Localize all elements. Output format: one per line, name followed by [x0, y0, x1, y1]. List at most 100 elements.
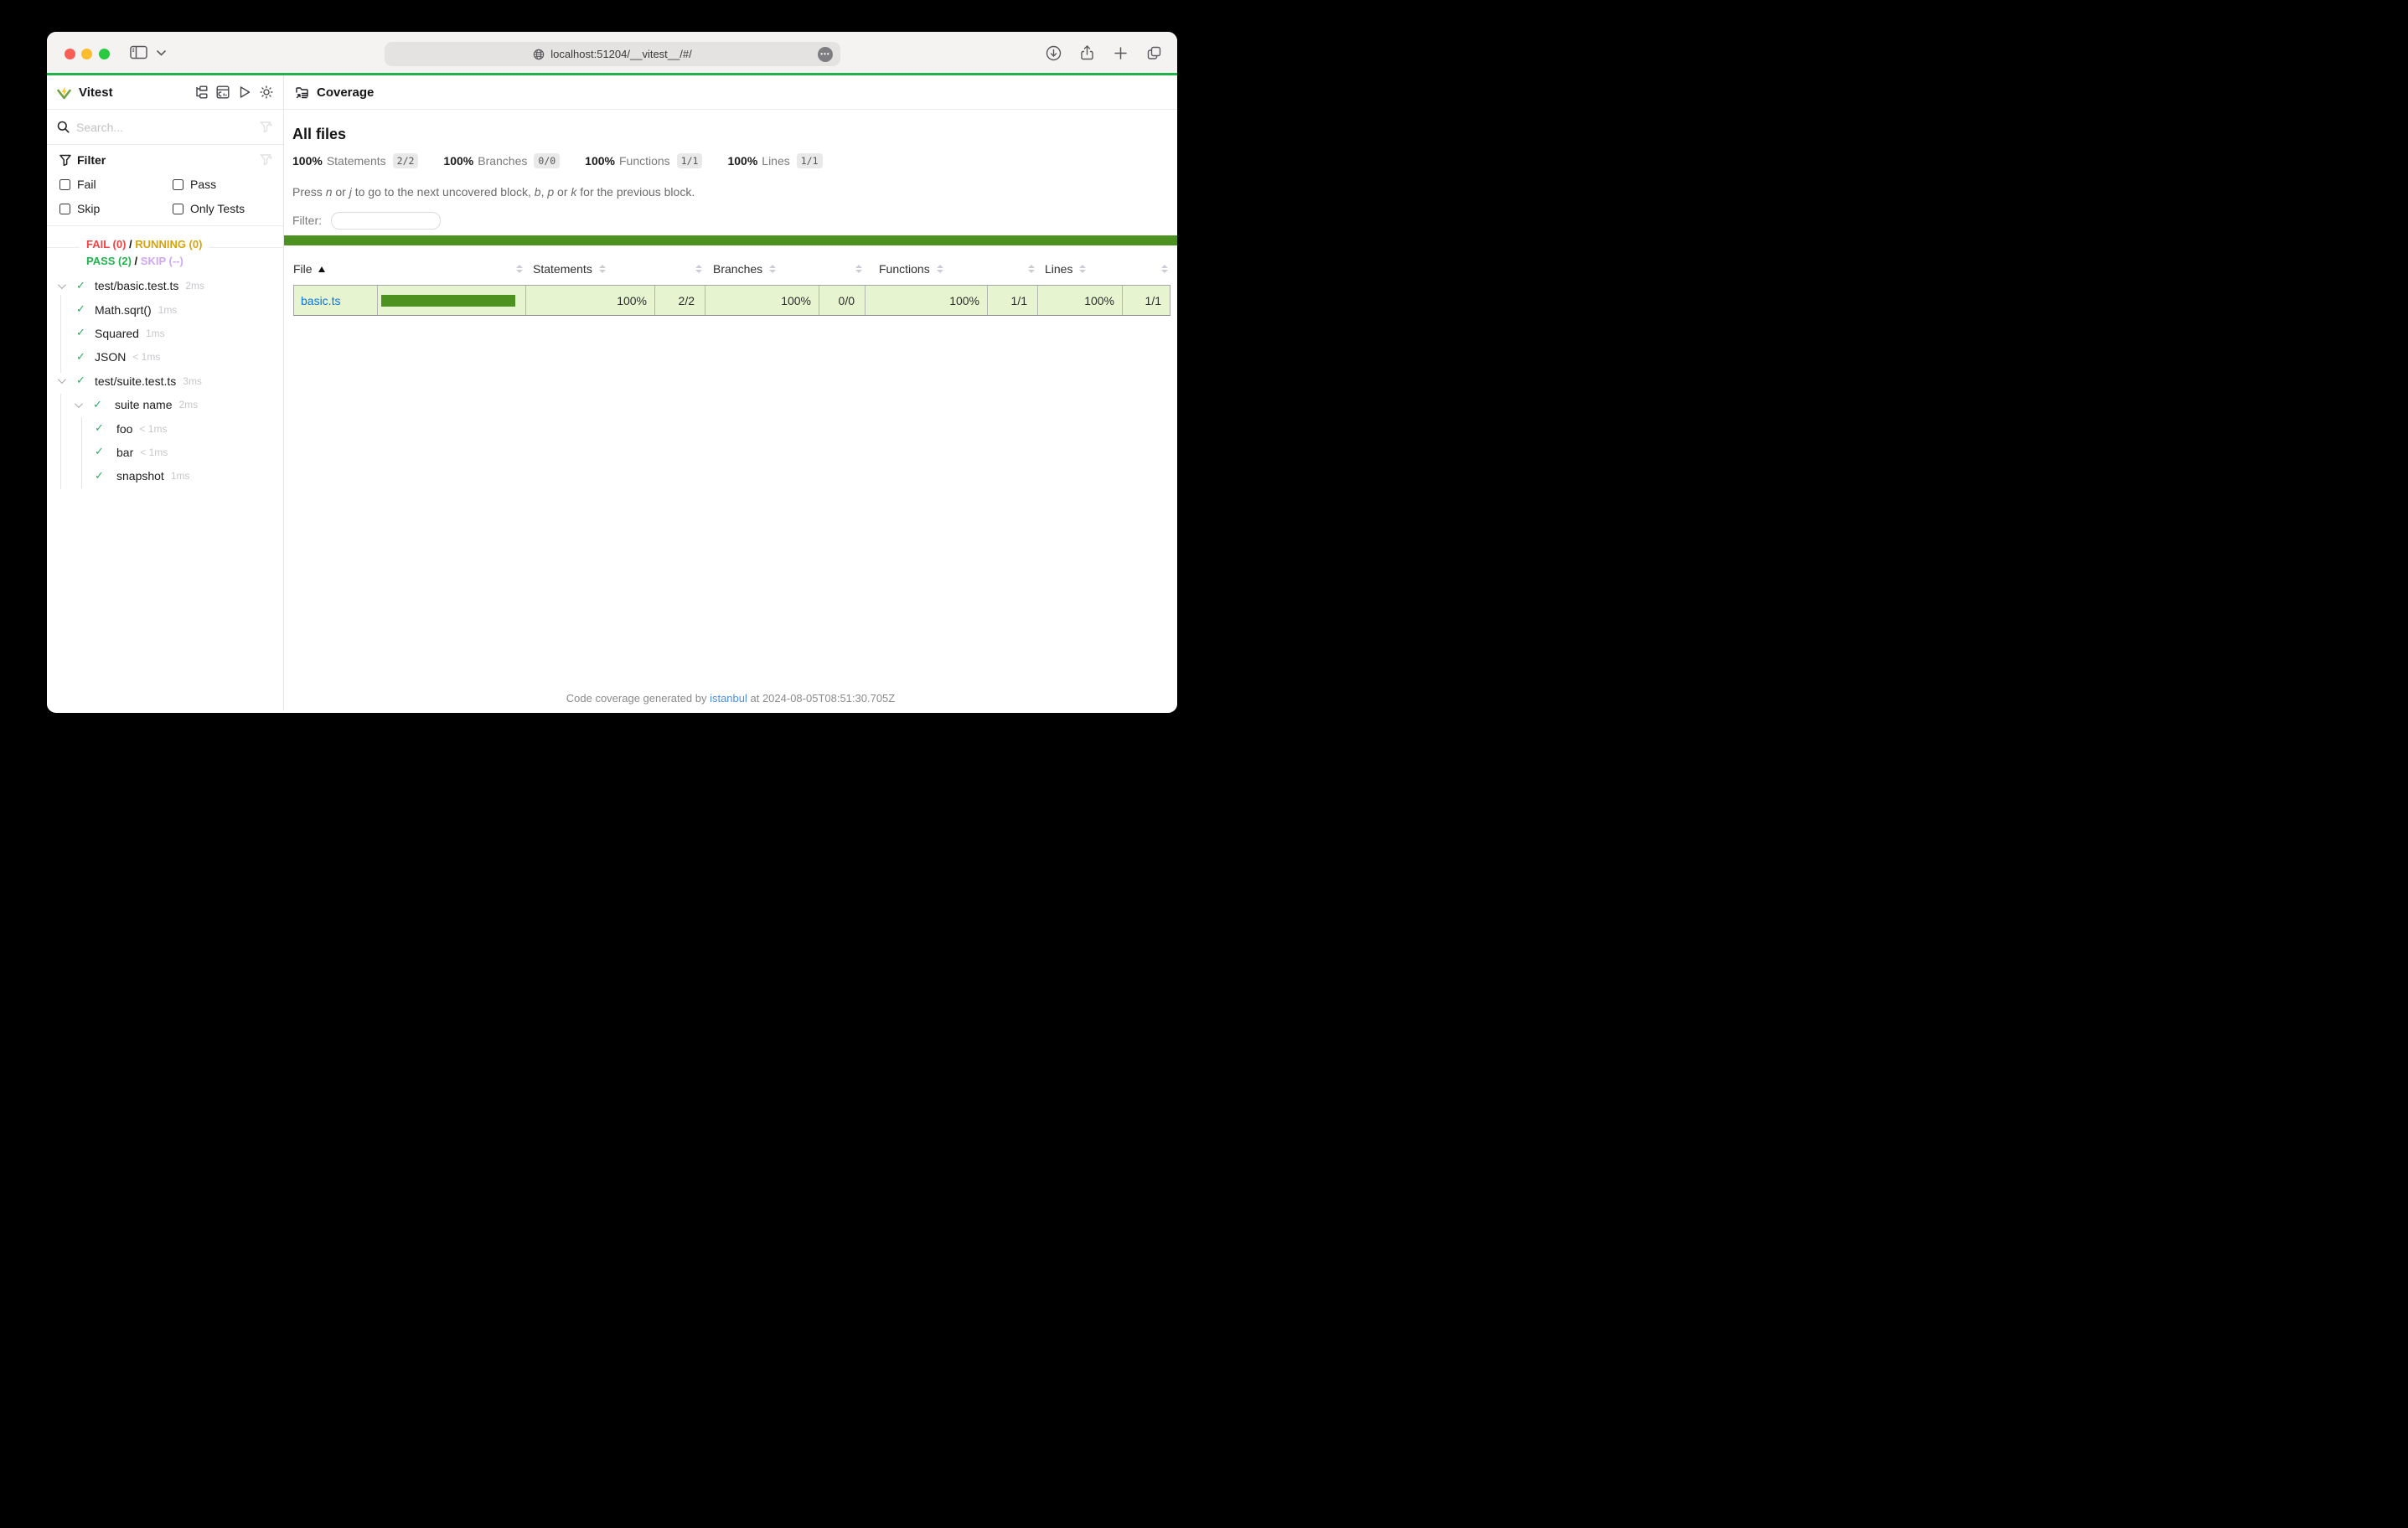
column-sorter[interactable] [1122, 265, 1170, 273]
clear-search-icon[interactable] [260, 121, 273, 134]
sorter-icon [1161, 265, 1168, 273]
collapse-chevron-icon[interactable] [72, 402, 83, 408]
run-summary: FAIL (0) / RUNNING (0) PASS (2) / SKIP (… [47, 226, 283, 266]
column-sorter[interactable] [377, 265, 525, 273]
coverage-icon [295, 85, 309, 100]
column-header-statements[interactable]: Statements [525, 262, 654, 276]
test-label: test/suite.test.ts [95, 374, 176, 388]
chevron-down-icon[interactable] [157, 50, 166, 56]
filter-skip-option[interactable]: Skip [59, 202, 173, 215]
sorter-icon [516, 265, 523, 273]
test-duration: 2ms [178, 399, 198, 410]
test-tree: ✓ test/basic.test.ts 2ms ✓ Math.sqrt() 1… [47, 266, 283, 710]
only-tests-checkbox[interactable] [173, 204, 183, 214]
tree-item-suite[interactable]: ✓ suite name 2ms [47, 393, 283, 416]
tree-item-test[interactable]: ✓ foo < 1ms [47, 416, 283, 440]
fail-checkbox[interactable] [59, 179, 70, 190]
stat-functions: 100%Functions1/1 [585, 153, 702, 168]
tree-item-file[interactable]: ✓ test/suite.test.ts 3ms [47, 369, 283, 393]
coverage-panel: Coverage All files 100%Statements2/2 100… [284, 75, 1177, 710]
browser-toolbar: localhost:51204/__vitest__/#/ ••• [47, 32, 1177, 75]
address-bar[interactable]: localhost:51204/__vitest__/#/ ••• [385, 42, 840, 66]
expand-tree-icon[interactable] [194, 85, 208, 99]
column-header-functions[interactable]: Functions [865, 262, 987, 276]
tree-item-test[interactable]: ✓ Math.sqrt() 1ms [47, 297, 283, 321]
stat-lines: 100%Lines1/1 [727, 153, 822, 168]
tree-indent-guide [60, 394, 61, 489]
sorter-icon [1028, 265, 1035, 273]
test-label: test/basic.test.ts [95, 279, 178, 292]
lines-frac-cell: 1/1 [1123, 286, 1171, 315]
pass-check-icon: ✓ [92, 399, 103, 411]
sorter-icon [695, 265, 702, 273]
coverage-table: File Statements Branches Functions Lines… [293, 260, 1170, 316]
sort-ascending-icon [318, 266, 325, 272]
tree-item-test[interactable]: ✓ JSON < 1ms [47, 345, 283, 369]
istanbul-link[interactable]: istanbul [710, 692, 747, 705]
filter-title: Filter [77, 153, 106, 167]
stat-branches: 100%Branches0/0 [443, 153, 560, 168]
sorter-icon [937, 265, 943, 273]
test-explorer-sidebar: Vitest [47, 75, 284, 710]
keyboard-help-text: Press n or j to go to the next uncovered… [292, 185, 1177, 199]
minimize-window-button[interactable] [81, 49, 92, 59]
test-label: Math.sqrt() [95, 303, 152, 317]
column-sorter[interactable] [654, 265, 705, 273]
collapse-chevron-icon[interactable] [55, 378, 66, 384]
filter-only-tests-option[interactable]: Only Tests [173, 202, 273, 215]
file-filter-label: Filter: [292, 214, 322, 227]
tab-overview-button[interactable] [1146, 45, 1162, 61]
run-all-icon[interactable] [238, 85, 251, 99]
pass-label: Pass [190, 178, 216, 191]
downloads-button[interactable] [1046, 45, 1062, 61]
stat-fraction-badge: 1/1 [677, 153, 703, 168]
coverage-stats: 100%Statements2/2 100%Branches0/0 100%Fu… [292, 153, 1177, 168]
skip-checkbox[interactable] [59, 204, 70, 214]
pass-check-icon: ✓ [75, 303, 86, 316]
sidebar-toggle-icon[interactable] [130, 45, 147, 59]
tree-item-test[interactable]: ✓ snapshot 1ms [47, 464, 283, 488]
sorter-icon [769, 265, 776, 273]
tree-item-file[interactable]: ✓ test/basic.test.ts 2ms [47, 274, 283, 297]
funnel-icon [59, 154, 71, 166]
test-label: Squared [95, 327, 139, 340]
new-tab-button[interactable] [1113, 45, 1129, 61]
pass-check-icon: ✓ [94, 470, 105, 483]
filter-fail-option[interactable]: Fail [59, 178, 173, 191]
coverage-header: Coverage [284, 75, 1177, 110]
coverage-table-header: File Statements Branches Functions Lines [293, 260, 1170, 278]
coverage-bar [381, 295, 515, 307]
search-input[interactable] [76, 121, 253, 134]
file-filter-input[interactable] [331, 212, 441, 230]
browser-window: localhost:51204/__vitest__/#/ ••• [47, 32, 1177, 713]
maximize-window-button[interactable] [99, 49, 110, 59]
filter-pass-option[interactable]: Pass [173, 178, 273, 191]
column-header-file[interactable]: File [293, 262, 377, 276]
share-button[interactable] [1079, 45, 1095, 61]
collapse-chevron-icon[interactable] [55, 283, 66, 289]
test-duration: 2ms [185, 280, 204, 292]
close-window-button[interactable] [65, 49, 75, 59]
fail-label: Fail [77, 178, 96, 191]
clear-filter-icon[interactable] [260, 153, 273, 167]
dashboard-icon[interactable] [216, 85, 230, 99]
page-settings-button[interactable]: ••• [818, 47, 833, 62]
test-label: foo [116, 422, 132, 436]
coverage-status-bar [284, 235, 1177, 245]
report-footer: Code coverage generated by istanbul at 2… [284, 692, 1177, 705]
theme-toggle-icon[interactable] [260, 85, 273, 99]
globe-icon [533, 49, 545, 60]
sidebar-header: Vitest [47, 75, 283, 110]
column-sorter[interactable] [819, 265, 865, 273]
tree-item-test[interactable]: ✓ Squared 1ms [47, 322, 283, 345]
column-sorter[interactable] [987, 265, 1037, 273]
tree-item-test[interactable]: ✓ bar < 1ms [47, 441, 283, 464]
column-header-lines[interactable]: Lines [1037, 262, 1122, 276]
pass-check-icon: ✓ [75, 327, 86, 339]
pass-checkbox[interactable] [173, 179, 183, 190]
file-link[interactable]: basic.ts [301, 294, 340, 307]
pass-check-icon: ✓ [75, 280, 86, 292]
test-label: suite name [115, 398, 172, 411]
search-icon [57, 121, 70, 133]
column-header-branches[interactable]: Branches [705, 262, 819, 276]
